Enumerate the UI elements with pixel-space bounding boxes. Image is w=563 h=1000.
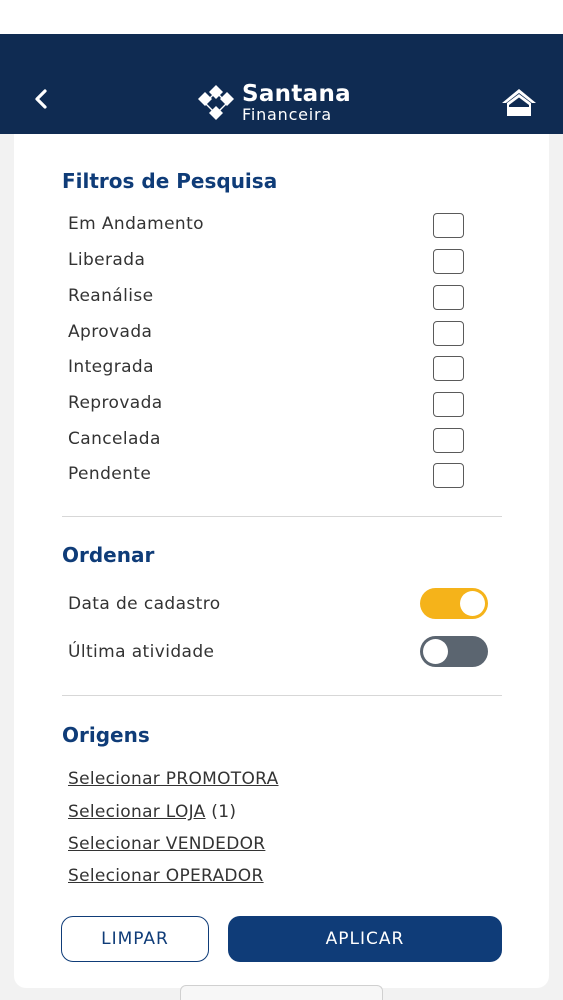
filters-title: Filtros de Pesquisa bbox=[62, 169, 278, 193]
filter-checkbox-reprovada[interactable] bbox=[433, 392, 464, 417]
chevron-left-icon bbox=[35, 89, 47, 109]
toggle-knob bbox=[423, 639, 448, 664]
status-bar bbox=[0, 0, 563, 34]
filter-label-integrada: Integrada bbox=[68, 357, 154, 377]
filter-label-liberada: Liberada bbox=[68, 250, 146, 270]
apply-button-label: APLICAR bbox=[325, 929, 405, 949]
filter-label-pendente: Pendente bbox=[68, 464, 152, 484]
apply-button[interactable]: APLICAR bbox=[228, 916, 502, 962]
app-header: Santana Financeira bbox=[0, 34, 563, 134]
select-vendedor-label: Selecionar VENDEDOR bbox=[68, 834, 266, 854]
clear-button-label: LIMPAR bbox=[101, 929, 169, 949]
toggle-knob bbox=[460, 591, 485, 616]
select-vendedor-link[interactable]: Selecionar VENDEDOR bbox=[68, 834, 265, 854]
brand-subtitle: Financeira bbox=[242, 105, 333, 124]
home-indicator bbox=[180, 985, 383, 1000]
filter-checkbox-reanalise[interactable] bbox=[433, 285, 464, 310]
home-button[interactable] bbox=[500, 87, 538, 119]
section-divider bbox=[62, 516, 502, 517]
sort-title: Ordenar bbox=[62, 543, 155, 567]
brand-logo: Santana Financeira bbox=[194, 83, 351, 123]
brand-name: Santana bbox=[242, 81, 351, 107]
back-button[interactable] bbox=[28, 86, 54, 112]
filter-label-em-andamento: Em Andamento bbox=[68, 214, 204, 234]
filter-label-aprovada: Aprovada bbox=[68, 322, 153, 342]
filter-checkbox-liberada[interactable] bbox=[433, 249, 464, 274]
santana-logo-mark bbox=[198, 85, 234, 120]
sort-toggle-ultima-atividade[interactable] bbox=[420, 636, 488, 667]
section-divider bbox=[62, 695, 502, 696]
select-promotora-link[interactable]: Selecionar PROMOTORA bbox=[68, 769, 279, 789]
filter-label-cancelada: Cancelada bbox=[68, 429, 161, 449]
select-loja-label: Selecionar LOJA bbox=[68, 802, 206, 822]
filter-label-reprovada: Reprovada bbox=[68, 393, 163, 413]
origins-title: Origens bbox=[62, 723, 150, 747]
select-promotora-label: Selecionar PROMOTORA bbox=[68, 769, 279, 789]
sort-toggle-data-cadastro[interactable] bbox=[420, 588, 488, 619]
filter-label-reanalise: Reanálise bbox=[68, 286, 154, 306]
select-operador-label: Selecionar OPERADOR bbox=[68, 866, 264, 886]
clear-button[interactable]: LIMPAR bbox=[61, 916, 209, 962]
select-loja-count: (1) bbox=[211, 802, 237, 822]
select-operador-link[interactable]: Selecionar OPERADOR bbox=[68, 866, 264, 886]
sort-label-data-cadastro: Data de cadastro bbox=[68, 594, 221, 614]
filter-checkbox-integrada[interactable] bbox=[433, 356, 464, 381]
sort-label-ultima-atividade: Última atividade bbox=[68, 642, 215, 662]
filter-checkbox-aprovada[interactable] bbox=[433, 321, 464, 346]
filter-checkbox-em-andamento[interactable] bbox=[433, 213, 464, 238]
home-icon bbox=[502, 89, 536, 116]
filter-checkbox-pendente[interactable] bbox=[433, 463, 464, 488]
filter-checkbox-cancelada[interactable] bbox=[433, 428, 464, 453]
select-loja-link[interactable]: Selecionar LOJA (1) bbox=[68, 802, 236, 822]
